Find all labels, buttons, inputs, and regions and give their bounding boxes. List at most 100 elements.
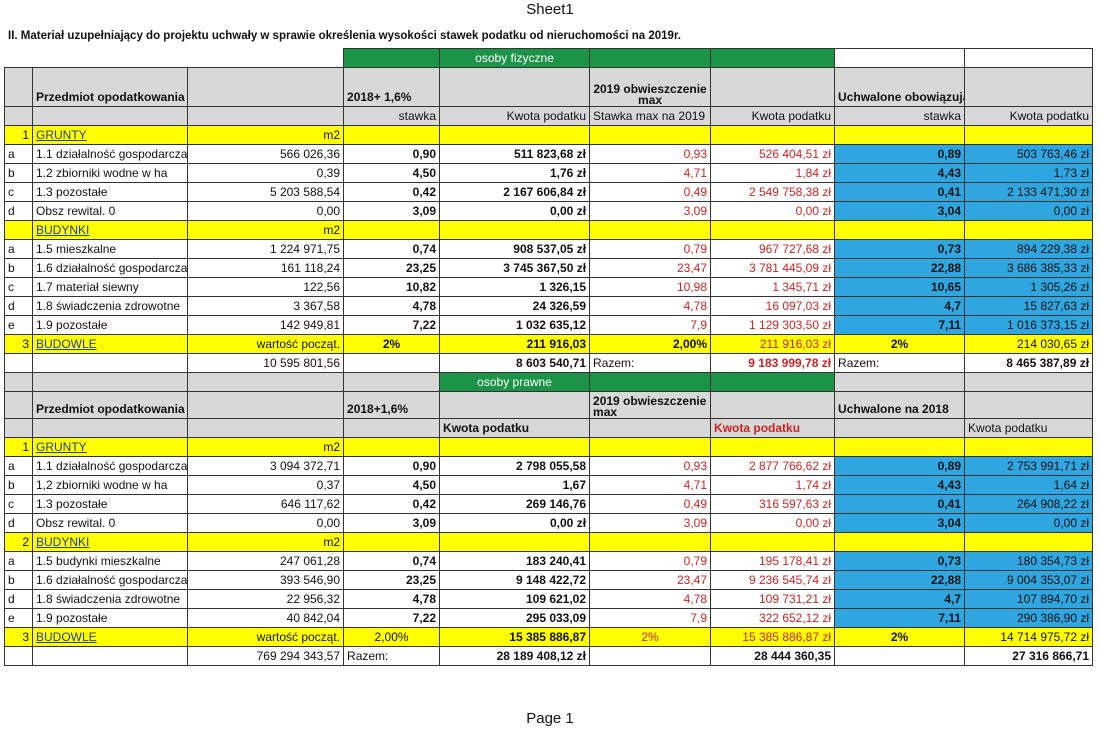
empty-cell: [343, 220, 441, 240]
table-cell: 2: [4, 532, 33, 552]
table-cell: GRUNTY: [32, 437, 188, 457]
empty-cell: [834, 532, 966, 552]
empty-cell: [589, 125, 712, 145]
table-cell: b: [4, 163, 33, 183]
table-cell: 0,89: [834, 456, 966, 476]
table-cell: 769 294 343,57: [186, 646, 345, 666]
table-cell: 0,39: [186, 163, 345, 183]
subheader-kwota-2019: Kwota podatku: [710, 106, 836, 126]
empty-cell: [439, 437, 591, 457]
column-header-2018-prawne: 2018+1,6%: [343, 391, 441, 419]
table-cell: 908 537,05 zł: [439, 239, 591, 259]
table-cell: [4, 220, 33, 240]
table-cell: 195 178,41 zł: [710, 551, 836, 571]
empty-cell: [439, 220, 591, 240]
table-cell: 211 916,03: [439, 334, 591, 354]
table-cell: 3,09: [343, 201, 441, 221]
subheader-kwota-2018: Kwota podatku: [964, 106, 1094, 126]
table-cell: 0,90: [343, 456, 441, 476]
table-cell: 2%: [589, 627, 712, 647]
table-cell: 3 094 372,71: [186, 456, 345, 476]
table-cell: 2 753 991,71 zł: [964, 456, 1094, 476]
table-cell: 0,00 zł: [964, 201, 1094, 221]
empty-cell: [32, 106, 188, 126]
table-cell: d: [4, 513, 33, 533]
table-cell: 28 189 408,12 zł: [439, 646, 591, 666]
table-row: e 1.9 pozostałe 142 949,81 7,22 1 032 635,1…: [4, 315, 1094, 335]
table-cell: 0,93: [589, 456, 712, 476]
table-cell: 9 004 353,07 zł: [964, 570, 1094, 590]
table-cell: 0,90: [343, 144, 441, 164]
table-cell: 1,76 zł: [439, 163, 591, 183]
table-cell: 1.8 świadczenia zdrowotne: [32, 296, 188, 316]
group-row-budynki: 2 BUDYNKI m2: [4, 532, 1094, 552]
table-cell: 9 236 545,74 zł: [710, 570, 836, 590]
empty-cell: [710, 372, 836, 392]
group-row-budowle: 3 BUDOWLE wartość począt. 2% 211 916,03 2…: [4, 334, 1094, 354]
empty-cell: [710, 125, 836, 145]
table-cell: 23,25: [343, 258, 441, 278]
empty-cell: [710, 67, 836, 107]
table-cell: 0,89: [834, 144, 966, 164]
empty-cell: [343, 48, 441, 68]
table-cell: 0,79: [589, 239, 712, 259]
table-cell: 269 146,76: [439, 494, 591, 514]
column-header-przedmiot-prawne: Przedmiot opodatkowania: [32, 391, 188, 419]
table-row: c 1.3 pozostałe 646 117,62 0,42 269 146,76 …: [4, 494, 1094, 514]
table-cell: 22,88: [834, 258, 966, 278]
table-cell: m2: [186, 125, 345, 145]
table-cell: 0,00: [186, 201, 345, 221]
table-cell: 0,42: [343, 182, 441, 202]
table-cell: 967 727,68 zł: [710, 239, 836, 259]
empty-cell: [589, 418, 712, 438]
table-cell: 295 033,09: [439, 608, 591, 628]
table-row: e 1.9 pozostałe 40 842,04 7,22 295 033,09 7…: [4, 608, 1094, 628]
table-cell: 22 956,32: [186, 589, 345, 609]
table-cell: 7,9: [589, 315, 712, 335]
table-cell: Obsz rewital. 0: [32, 201, 188, 221]
table-cell: 3 367,58: [186, 296, 345, 316]
empty-cell: [439, 391, 591, 419]
table-cell: m2: [186, 532, 345, 552]
table-cell: 23,47: [589, 570, 712, 590]
empty-cell: [4, 418, 33, 438]
table-cell: a: [4, 456, 33, 476]
table-cell: 0,00: [186, 513, 345, 533]
empty-cell: [710, 220, 836, 240]
table-cell: 2%: [343, 334, 441, 354]
table-cell: 1 129 303,50 zł: [710, 315, 836, 335]
table-cell: 3: [4, 627, 33, 647]
column-header-2018: 2018+ 1,6%: [343, 67, 441, 107]
table-row: c 1.3 pozostałe 5 203 588,54 0,42 2 167 606…: [4, 182, 1094, 202]
empty-cell: [589, 646, 712, 666]
table-row: d 1.8 świadczenia zdrowotne 22 956,32 4,78…: [4, 589, 1094, 609]
table-cell: 1.7 materiał siewny: [32, 277, 188, 297]
table-row: a 1.1 działalność gospodarcza 3 094 372,71…: [4, 456, 1094, 476]
total-row: 10 595 801,56 8 603 540,71 Razem: 9 183 9…: [4, 353, 1094, 373]
empty-cell: [589, 532, 712, 552]
empty-cell: [4, 391, 33, 419]
table-cell: BUDOWLE: [32, 627, 188, 647]
table-cell: 7,9: [589, 608, 712, 628]
table-cell: 0,00 zł: [439, 201, 591, 221]
table-cell: BUDYNKI: [32, 532, 188, 552]
table-cell: 9 183 999,78 zł: [710, 353, 836, 373]
empty-cell: [834, 125, 966, 145]
table-cell: 10,98: [589, 277, 712, 297]
table-cell: 3,04: [834, 201, 966, 221]
table-cell: 2 798 055,58: [439, 456, 591, 476]
table-cell: 3,09: [343, 513, 441, 533]
table-cell: b: [4, 475, 33, 495]
table-cell: 1 016 373,15 zł: [964, 315, 1094, 335]
table-cell: Obsz rewital. 0: [32, 513, 188, 533]
subheader-row-prawne: Kwota podatku Kwota podatku Kwota podatk…: [4, 418, 1094, 438]
table-cell: 16 097,03 zł: [710, 296, 836, 316]
table-cell: 4,7: [834, 296, 966, 316]
table-row: a 1.1 działalność gospodarcza 566 026,36 0…: [4, 144, 1094, 164]
table-cell: d: [4, 589, 33, 609]
table-cell: 4,7: [834, 589, 966, 609]
table-cell: 23,25: [343, 570, 441, 590]
empty-cell: [186, 391, 345, 419]
table-cell: 526 404,51 zł: [710, 144, 836, 164]
table-cell: wartość począt.: [186, 627, 345, 647]
